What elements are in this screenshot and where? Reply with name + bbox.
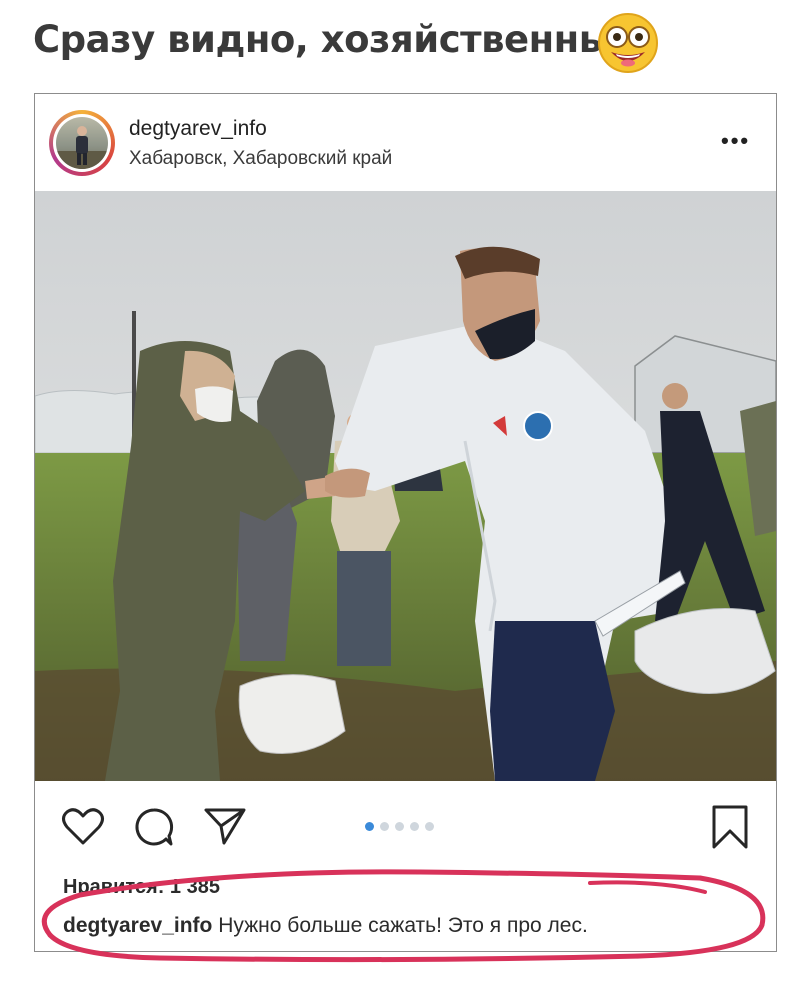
likes-count[interactable]: Нравится: 1 385 [63,876,220,899]
bookmark-icon[interactable] [711,804,749,850]
meme-headline: Сразу видно, хозяйственный [33,18,638,61]
carousel-dot[interactable] [425,822,434,831]
avatar-person-figure [56,126,108,169]
more-options-icon[interactable]: ••• [721,128,750,154]
carousel-indicator [365,822,434,831]
avatar-story-ring[interactable] [49,110,115,176]
carousel-dot[interactable] [410,822,419,831]
heart-icon[interactable] [61,806,105,846]
carousel-dot[interactable] [380,822,389,831]
avatar-image [56,117,108,169]
grinning-flushed-emoji-icon [598,13,658,73]
carousel-dot[interactable] [395,822,404,831]
comment-bubble-icon[interactable] [133,806,175,848]
post-username[interactable]: degtyarev_info [129,117,267,141]
caption-text: Нужно больше сажать! Это я про лес. [212,914,588,937]
instagram-post: degtyarev_info Хабаровск, Хабаровский кр… [34,93,777,952]
caption-username[interactable]: degtyarev_info [63,914,212,937]
paper-plane-icon[interactable] [203,806,247,846]
headline-text: Сразу видно, хозяйственный [33,18,638,61]
carousel-dot-active[interactable] [365,822,374,831]
post-location[interactable]: Хабаровск, Хабаровский край [129,148,392,170]
post-caption: degtyarev_info Нужно больше сажать! Это … [63,914,588,938]
post-photo [35,191,776,781]
post-header: degtyarev_info Хабаровск, Хабаровский кр… [35,94,776,190]
avatar [53,114,111,172]
